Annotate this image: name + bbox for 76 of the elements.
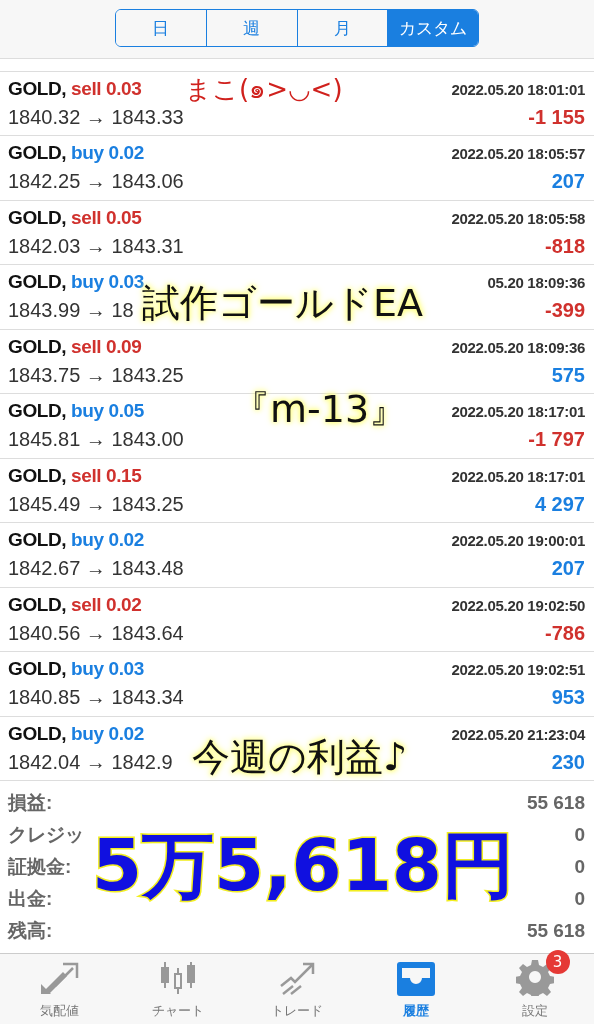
trade-time: 2022.05.20 18:05:58 [451,209,585,227]
trade-prices: 1843.99 → 18 [8,299,134,323]
nav-tab[interactable]: 履歴 [356,954,476,1024]
nav-tab[interactable]: 気配値 [0,954,119,1024]
order-label: sell 0.15 [71,464,142,486]
order-label: buy 0.02 [71,529,144,551]
symbol-label: GOLD, [8,271,67,293]
trade-prices: 1840.32 → 1843.33 [8,105,184,129]
trade-profit: 4 297 [534,492,585,516]
summary-label: 損益: [8,791,53,815]
symbol-label: GOLD, [8,593,67,615]
symbol-label: GOLD, [8,658,67,680]
total-profit-note: 5万5,618円 [92,822,514,909]
trade-prices: 1845.49 → 1843.25 [8,492,184,516]
summary-value: 55 618 [526,920,585,942]
handwritten-note: 今週の利益♪ [192,734,408,781]
trade-profit: 230 [551,750,585,774]
trade-time: 2022.05.20 18:17:01 [451,403,585,421]
trade-time: 2022.05.20 18:17:01 [451,467,585,485]
trade-profit: -818 [544,234,585,258]
trade-profit: 207 [551,170,585,194]
handwritten-note: 『m-13』 [232,386,408,433]
trade-time: 2022.05.20 19:02:50 [451,596,585,614]
summary-value: 0 [574,888,585,910]
order-label: sell 0.05 [71,206,142,228]
order-label: sell 0.02 [71,593,142,615]
trade-prices: 1840.56 → 1843.64 [8,621,184,645]
symbol-label: GOLD, [8,529,67,551]
summary-label: 出金: [8,887,53,911]
trade-prices: 1842.04 → 1842.9 [8,750,173,774]
order-label: buy 0.05 [71,400,144,422]
symbol-label: GOLD, [8,335,67,357]
trade-prices: 1843.75 → 1843.25 [8,363,184,387]
summary-label: 残高: [8,919,53,943]
period-tab[interactable]: カスタム [387,10,478,46]
trade-profit: -1 797 [528,428,585,452]
trade-profit: -399 [544,299,585,323]
summary-value: 0 [574,856,585,878]
nav-tab[interactable]: チャート [118,954,238,1024]
symbol-label: GOLD, [8,400,67,422]
trade-time: 05.20 18:09:36 [487,274,585,292]
trade-prices: 1842.03 → 1843.31 [8,234,184,258]
symbol-label: GOLD, [8,142,67,164]
summary-label: 証拠金: [8,855,72,879]
trade-prices: 1842.67 → 1843.48 [8,557,184,581]
trade-profit: 207 [551,557,585,581]
trade-time: 2022.05.20 21:23:04 [451,725,585,743]
trade-time: 2022.05.20 19:00:01 [451,532,585,550]
trade-profit: -1 155 [528,105,585,129]
order-label: sell 0.03 [71,77,142,99]
order-label: buy 0.02 [71,142,144,164]
order-label: sell 0.09 [71,335,142,357]
trade-time: 2022.05.20 18:05:57 [451,145,585,163]
inbox-icon [395,960,436,996]
symbol-label: GOLD, [8,206,67,228]
trade-prices: 1840.85 → 1843.34 [8,686,184,710]
trade-profit: 953 [551,686,585,710]
trade-time: 2022.05.20 18:09:36 [451,338,585,356]
trade-prices: 1845.81 → 1843.00 [8,428,184,452]
signature-text: まこ(๑>◡<) [185,73,343,106]
order-label: buy 0.03 [71,658,144,680]
summary-value: 0 [574,824,585,846]
symbol-label: GOLD, [8,722,67,744]
trade-time: 2022.05.20 19:02:51 [451,661,585,679]
notification-badge: 3 [545,950,570,974]
symbol-label: GOLD, [8,77,67,99]
trade-time: 2022.05.20 18:01:01 [451,80,585,98]
gear-icon [515,958,554,996]
order-label: buy 0.02 [71,722,144,744]
nav-tab[interactable]: トレード [237,954,357,1024]
summary-value: 55 618 [526,792,585,814]
summary-label: クレジッ [8,823,84,847]
trade-profit: -786 [544,621,585,645]
trade-prices: 1842.25 → 1843.06 [8,170,184,194]
trade-profit: 575 [551,363,585,387]
symbol-label: GOLD, [8,464,67,486]
